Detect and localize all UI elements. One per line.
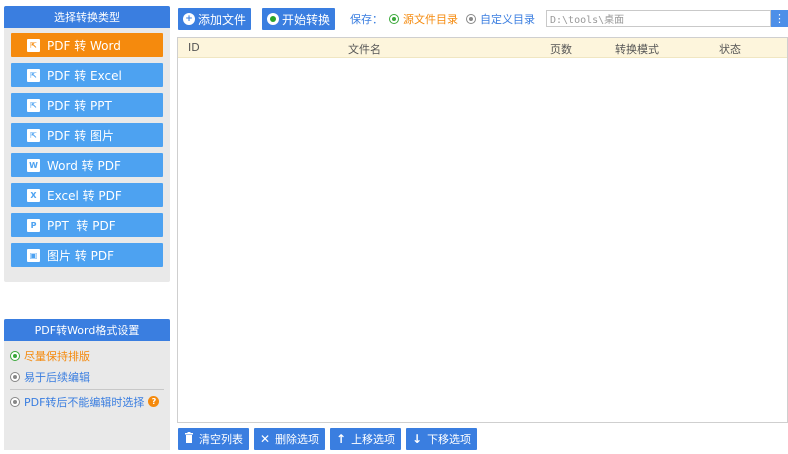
pdf-icon: ⇱ xyxy=(27,98,40,112)
radio-selected-icon xyxy=(389,14,399,24)
type-pdf-to-word[interactable]: ⇱ PDF 转 Word xyxy=(11,33,163,57)
word-icon: W xyxy=(27,158,40,172)
start-convert-label: 开始转换 xyxy=(282,12,331,27)
clear-list-button[interactable]: 清空列表 xyxy=(178,428,249,450)
excel-icon: X xyxy=(27,188,40,202)
radio-icon xyxy=(10,371,20,382)
radio-icon xyxy=(10,396,20,407)
image-icon: ▣ xyxy=(27,248,40,262)
option-label: 尽量保持排版 xyxy=(24,349,90,363)
add-file-button[interactable]: + 添加文件 xyxy=(178,8,252,30)
delete-selected-label: 删除选项 xyxy=(275,433,320,446)
save-path-input[interactable] xyxy=(546,10,771,27)
save-source-dir-option[interactable]: 源文件目录 xyxy=(389,11,458,27)
type-excel-to-pdf[interactable]: X Excel 转 PDF xyxy=(11,183,163,207)
column-id: ID xyxy=(188,41,200,54)
add-icon: + xyxy=(183,13,195,25)
delete-selected-button[interactable]: ✕ 删除选项 xyxy=(254,428,326,450)
move-up-label: 上移选项 xyxy=(351,433,396,446)
save-location-row: 保存： 源文件目录 自定义目录 xyxy=(350,10,543,28)
arrow-up-icon: ↑ xyxy=(336,432,347,446)
move-up-button[interactable]: ↑ 上移选项 xyxy=(330,428,402,450)
close-icon: ✕ xyxy=(260,432,271,446)
type-label: PDF 转 Word xyxy=(47,38,121,53)
pdf-icon: ⇱ xyxy=(27,38,40,52)
move-down-label: 下移选项 xyxy=(427,433,472,446)
column-mode: 转换模式 xyxy=(615,43,659,56)
pdf-icon: ⇱ xyxy=(27,68,40,82)
option-non-editable[interactable]: PDF转后不能编辑时选择 ? xyxy=(4,391,170,412)
add-file-label: 添加文件 xyxy=(198,12,247,27)
type-label: PDF 转 PPT xyxy=(47,98,112,113)
start-icon xyxy=(267,13,279,25)
ppt-icon: P xyxy=(27,218,40,232)
save-option-label: 源文件目录 xyxy=(403,13,458,26)
radio-selected-icon xyxy=(10,350,20,361)
move-down-button[interactable]: ↓ 下移选项 xyxy=(406,428,478,450)
save-option-label: 自定义目录 xyxy=(480,13,535,26)
save-label: 保存： xyxy=(350,13,383,26)
help-icon[interactable]: ? xyxy=(148,396,160,407)
type-label: PDF 转 图片 xyxy=(47,128,115,143)
arrow-down-icon: ↓ xyxy=(412,432,423,446)
option-divider xyxy=(10,389,164,390)
conversion-type-list: ⇱ PDF 转 Word ⇱ PDF 转 Excel ⇱ PDF 转 PPT ⇱… xyxy=(4,28,170,267)
conversion-type-panel: 选择转换类型 ⇱ PDF 转 Word ⇱ PDF 转 Excel ⇱ PDF … xyxy=(4,6,170,282)
type-label: 图片 转 PDF xyxy=(47,248,115,263)
browse-path-button[interactable]: ⋮ xyxy=(771,10,788,27)
clear-list-label: 清空列表 xyxy=(199,433,243,446)
file-table[interactable]: ID 文件名 页数 转换模式 状态 xyxy=(177,37,788,423)
column-status: 状态 xyxy=(719,43,741,56)
table-header: ID 文件名 页数 转换模式 状态 xyxy=(178,38,787,58)
option-easy-edit[interactable]: 易于后续编辑 xyxy=(4,366,170,387)
pdf-icon: ⇱ xyxy=(27,128,40,142)
type-ppt-to-pdf[interactable]: P PPT 转 PDF xyxy=(11,213,163,237)
type-word-to-pdf[interactable]: W Word 转 PDF xyxy=(11,153,163,177)
type-pdf-to-excel[interactable]: ⇱ PDF 转 Excel xyxy=(11,63,163,87)
type-label: Excel 转 PDF xyxy=(47,188,122,203)
type-label: PPT 转 PDF xyxy=(47,218,116,233)
type-pdf-to-ppt[interactable]: ⇱ PDF 转 PPT xyxy=(11,93,163,117)
save-custom-dir-option[interactable]: 自定义目录 xyxy=(466,11,535,27)
type-image-to-pdf[interactable]: ▣ 图片 转 PDF xyxy=(11,243,163,267)
radio-icon xyxy=(466,14,476,24)
type-pdf-to-image[interactable]: ⇱ PDF 转 图片 xyxy=(11,123,163,147)
type-label: Word 转 PDF xyxy=(47,158,121,173)
option-keep-layout[interactable]: 尽量保持排版 xyxy=(4,345,170,366)
conversion-type-header: 选择转换类型 xyxy=(4,6,170,28)
column-filename: 文件名 xyxy=(348,43,381,56)
format-settings-header: PDF转Word格式设置 xyxy=(4,319,170,341)
start-convert-button[interactable]: 开始转换 xyxy=(262,8,336,30)
format-settings-panel: PDF转Word格式设置 尽量保持排版 易于后续编辑 PDF转后不能编辑时选择 … xyxy=(4,319,170,450)
column-pages: 页数 xyxy=(550,43,572,56)
option-label: PDF转后不能编辑时选择 xyxy=(24,395,145,409)
type-label: PDF 转 Excel xyxy=(47,68,122,83)
option-label: 易于后续编辑 xyxy=(24,370,90,384)
trash-icon xyxy=(184,432,194,446)
